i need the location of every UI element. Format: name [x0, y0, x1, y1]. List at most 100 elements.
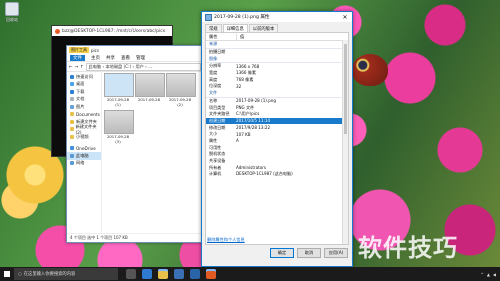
details-row[interactable]: 项目类型 PNG 文件 [206, 104, 348, 111]
property-name: 位深度 [209, 83, 222, 89]
details-row[interactable]: 名称 2017-09-28 (1).png [206, 98, 348, 105]
column-header-value[interactable]: 值 [237, 34, 244, 40]
mail-icon[interactable] [190, 269, 200, 279]
property-value: 1366 x 768 [236, 63, 260, 69]
ribbon-tab-view[interactable]: 查看 [121, 55, 130, 61]
nav-item-network[interactable]: 网络 [67, 160, 101, 168]
search-icon: ○ [18, 271, 22, 277]
nav-item-documents[interactable]: 文档 [67, 96, 101, 104]
ok-button[interactable]: 确定 [270, 248, 294, 258]
ribbon-tab-manage[interactable]: 管理 [136, 55, 145, 61]
details-row[interactable]: 文件夹路径 C:\用户\pics [206, 111, 348, 118]
terminal-icon[interactable] [206, 269, 216, 279]
nav-item-documents-folder[interactable]: Documents [67, 111, 101, 119]
image-thumbnail [135, 73, 165, 97]
status-bar: 4 个项目 选中 1 个项目 107 KB [67, 233, 203, 242]
cancel-button[interactable]: 取消 [297, 248, 321, 258]
property-name: 脱机状态 [209, 151, 226, 157]
taskbar: ○ 在这里输入你要搜索的内容 ^ ▲ ◀ [0, 267, 500, 281]
details-row[interactable]: 拍摄日期 [206, 49, 348, 56]
ribbon-tabs: 文件 主页 共享 查看 管理 [67, 54, 203, 62]
properties-dialog[interactable]: 2017-09-28 (1).png 属性 ✕ 常规 详细信息 以前的版本 属性… [201, 11, 353, 267]
details-section-header[interactable]: 来源 [206, 41, 348, 49]
ribbon-tab-share[interactable]: 共享 [106, 55, 115, 61]
details-row[interactable]: 分辨率 1366 x 768 [206, 63, 348, 70]
forward-arrow-icon[interactable]: → [75, 64, 79, 69]
volume-icon[interactable]: ◀ [493, 272, 496, 277]
address-input[interactable]: 此电脑 › 本地磁盘 (C:) › 用户 › ... [85, 62, 201, 71]
property-name: 所有者 [209, 164, 222, 170]
details-row[interactable]: 属性 A [206, 138, 348, 145]
details-row[interactable]: 高度 768 像素 [206, 76, 348, 83]
details-section-header[interactable]: 文件 [206, 90, 348, 98]
image-thumbnail [104, 73, 134, 97]
ribbon-tab-file[interactable]: 文件 [70, 54, 85, 61]
task-view-icon[interactable] [126, 269, 136, 279]
nav-item-new-folder-2[interactable]: 新建文件夹 (2) [67, 124, 101, 135]
search-placeholder: 在这里输入你要搜索的内容 [23, 272, 76, 277]
recycle-bin-icon[interactable]: 回收站 [2, 2, 22, 23]
column-header-property[interactable]: 属性 [206, 33, 237, 40]
nav-item-desktop[interactable]: 桌面 [67, 81, 101, 89]
store-icon[interactable] [174, 269, 184, 279]
nav-item-pictures[interactable]: 图片 [67, 103, 101, 111]
file-thumbnail[interactable]: 2017-09-28 (2) [166, 73, 196, 107]
terminal-title: bzz@DESKTOP-1CL987: /mnt/c/Users/abc/pic… [62, 28, 166, 34]
property-value: PNG 文件 [236, 104, 255, 110]
edge-icon[interactable] [142, 269, 152, 279]
file-explorer-icon[interactable] [158, 269, 168, 279]
close-icon[interactable]: ✕ [338, 12, 352, 22]
taskbar-search[interactable]: ○ 在这里输入你要搜索的内容 [14, 268, 118, 280]
details-rows: 来源 拍摄日期 图像分辨率 1366 x 768 宽度 1366 像素 高度 768 像素 位深… [206, 41, 348, 178]
picture-tools-tab[interactable]: 图片工具 [69, 47, 89, 53]
back-arrow-icon[interactable]: ← [69, 64, 73, 69]
scrollbar[interactable] [342, 40, 348, 244]
details-row[interactable]: 宽度 1366 像素 [206, 70, 348, 77]
terminal-titlebar[interactable]: bzz@DESKTOP-1CL987: /mnt/c/Users/abc/pic… [52, 26, 172, 36]
ribbon-tab-home[interactable]: 主页 [91, 55, 100, 61]
network-icon[interactable]: ▲ [487, 272, 490, 277]
picture-icon [70, 104, 74, 109]
details-row[interactable]: 可用性 [206, 144, 348, 151]
details-row[interactable]: 位深度 32 [206, 83, 348, 90]
nav-item-quick-access[interactable]: 快速访问 [67, 73, 101, 81]
property-value: 2017-09-28 (1).png [236, 98, 276, 104]
nav-item-this-pc[interactable]: 此电脑 [67, 152, 101, 160]
folder-icon [70, 119, 74, 124]
explorer-titlebar[interactable]: 图片工具 pics [67, 46, 203, 54]
chevron-up-icon[interactable]: ^ [480, 272, 483, 277]
file-thumbnail[interactable]: 2017-09-28 [135, 73, 165, 107]
details-row[interactable]: 创建日期 2017/10/5 11:14 [206, 117, 348, 125]
details-row[interactable]: 共享设备 [206, 158, 348, 165]
apply-button[interactable]: 应用(A) [324, 248, 348, 258]
details-row[interactable]: 修改日期 2017/9/28 13:22 [206, 124, 348, 131]
property-name: 大小 [209, 131, 218, 137]
scrollbar-thumb[interactable] [344, 44, 347, 134]
details-section-header[interactable]: 图像 [206, 55, 348, 64]
image-file-icon [205, 13, 212, 21]
remove-properties-link[interactable]: 删除属性和个人信息 [207, 237, 245, 243]
file-thumbnail[interactable]: 2017-09-28 (1) [104, 73, 134, 107]
folder-icon [70, 134, 74, 139]
file-thumbnail[interactable]: 2017-09-28 (3) [104, 110, 134, 144]
property-name: 图像 [209, 55, 218, 61]
details-row[interactable]: 大小 107 KB [206, 131, 348, 138]
download-icon [70, 89, 74, 94]
up-arrow-icon[interactable]: ↑ [80, 64, 84, 69]
dialog-titlebar[interactable]: 2017-09-28 (1).png 属性 ✕ [202, 12, 352, 22]
nav-item-onedrive[interactable]: OneDrive [67, 145, 101, 153]
butterfly-decoration [352, 54, 388, 86]
nav-item-downloads[interactable]: 下载 [67, 88, 101, 96]
start-button[interactable] [0, 267, 14, 281]
property-name: 名称 [209, 97, 218, 103]
details-row[interactable]: 脱机状态 [206, 151, 348, 158]
taskbar-apps [126, 269, 216, 279]
property-name: 共享设备 [209, 158, 226, 164]
details-row[interactable]: 计算机 DESKTOP-1CL987 (这台电脑) [206, 171, 348, 178]
dialog-title: 2017-09-28 (1).png 属性 [214, 15, 270, 20]
dialog-buttons: 确定 取消 应用(A) [270, 248, 348, 258]
document-icon [70, 97, 74, 102]
file-explorer-window[interactable]: 图片工具 pics 文件 主页 共享 查看 管理 ← → ↑ 此电脑 › 本地磁… [66, 45, 204, 243]
network-icon [70, 161, 74, 166]
property-name: 计算机 [209, 171, 222, 177]
